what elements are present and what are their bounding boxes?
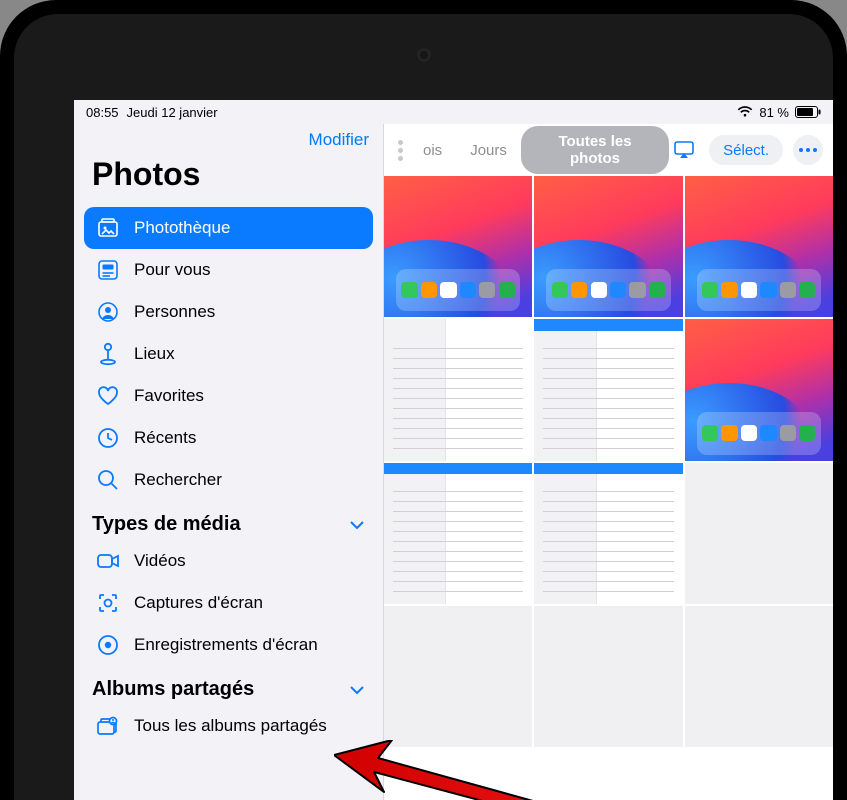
status-right: 81 % <box>737 105 821 120</box>
sidebar-item-search[interactable]: Rechercher <box>84 459 373 501</box>
chevron-down-icon <box>349 513 365 536</box>
section-shared-albums[interactable]: Albums partagés <box>74 666 383 705</box>
photo-tile[interactable] <box>685 176 833 317</box>
seg-all-photos[interactable]: Toutes les photos <box>521 126 669 174</box>
app: Modifier Photos Photothèque <box>74 124 833 800</box>
nav-list-media: Vidéos Captures d'écran En <box>74 540 383 666</box>
status-time: 08:55 <box>86 105 119 120</box>
foryou-icon <box>96 258 120 282</box>
sidebar-item-label: Personnes <box>134 302 215 322</box>
sidebar-item-screen-recordings[interactable]: Enregistrements d'écran <box>84 624 373 666</box>
toolbar-right: Sélect. <box>669 135 833 165</box>
segmented-control[interactable]: ois Jours Toutes les photos <box>409 133 669 167</box>
photo-tile[interactable] <box>384 606 532 747</box>
sidebar: Modifier Photos Photothèque <box>74 124 384 800</box>
places-icon <box>96 342 120 366</box>
airplay-button[interactable] <box>669 135 699 165</box>
photo-tile[interactable] <box>384 319 532 460</box>
modify-button[interactable]: Modifier <box>309 130 369 150</box>
sidebar-item-favorites[interactable]: Favorites <box>84 375 373 417</box>
sidebar-item-all-shared[interactable]: Tous les albums partagés <box>84 705 373 747</box>
clock-icon <box>96 426 120 450</box>
chevron-down-icon <box>349 678 365 701</box>
nav-list-shared: Tous les albums partagés <box>74 705 383 747</box>
sidebar-item-label: Rechercher <box>134 470 222 490</box>
segmented-wrap: ois Jours Toutes les photos <box>392 133 669 167</box>
photo-tile[interactable] <box>534 463 682 604</box>
photo-tile[interactable] <box>685 319 833 460</box>
photo-tile[interactable] <box>534 176 682 317</box>
status-left: 08:55 Jeudi 12 janvier <box>86 105 218 120</box>
video-icon <box>96 549 120 573</box>
ipad-bezel: 08:55 Jeudi 12 janvier 81 % <box>14 14 833 800</box>
sidebar-item-label: Favorites <box>134 386 204 406</box>
drag-handle-icon[interactable] <box>392 140 409 161</box>
sidebar-item-label: Vidéos <box>134 551 186 571</box>
screenshot-icon <box>96 591 120 615</box>
status-bar: 08:55 Jeudi 12 janvier 81 % <box>74 100 833 124</box>
photo-tile[interactable] <box>685 463 833 604</box>
sidebar-item-videos[interactable]: Vidéos <box>84 540 373 582</box>
seg-jours[interactable]: Jours <box>456 135 521 166</box>
section-media-types[interactable]: Types de média <box>74 501 383 540</box>
battery-icon <box>795 106 821 118</box>
sidebar-item-label: Tous les albums partagés <box>134 716 327 736</box>
record-icon <box>96 633 120 657</box>
sidebar-item-recents[interactable]: Récents <box>84 417 373 459</box>
nav-list-main: Photothèque Pour vous Pers <box>74 207 383 501</box>
sidebar-title: Photos <box>74 154 383 207</box>
content-toolbar: ois Jours Toutes les photos Sélect. <box>384 124 833 176</box>
status-date: Jeudi 12 janvier <box>127 105 218 120</box>
heart-icon <box>96 384 120 408</box>
seg-mois[interactable]: ois <box>409 135 456 166</box>
sidebar-item-label: Enregistrements d'écran <box>134 635 318 655</box>
people-icon <box>96 300 120 324</box>
sidebar-item-people[interactable]: Personnes <box>84 291 373 333</box>
content: ois Jours Toutes les photos Sélect. <box>384 124 833 800</box>
ipad-device-frame: 08:55 Jeudi 12 janvier 81 % <box>0 0 847 800</box>
section-label: Albums partagés <box>92 678 254 701</box>
sidebar-item-label: Pour vous <box>134 260 211 280</box>
battery-percent: 81 % <box>759 105 789 120</box>
photo-tile[interactable] <box>685 606 833 747</box>
sidebar-item-screenshots[interactable]: Captures d'écran <box>84 582 373 624</box>
photo-tile[interactable] <box>534 319 682 460</box>
sidebar-top: Modifier <box>74 128 383 154</box>
photo-tile[interactable] <box>384 176 532 317</box>
library-icon <box>96 216 120 240</box>
section-label: Types de média <box>92 513 241 536</box>
photo-tile[interactable] <box>384 463 532 604</box>
front-camera <box>417 48 431 62</box>
sidebar-item-foryou[interactable]: Pour vous <box>84 249 373 291</box>
shared-album-icon <box>96 714 120 738</box>
select-button[interactable]: Sélect. <box>709 135 783 165</box>
photo-tile[interactable] <box>534 606 682 747</box>
sidebar-item-label: Lieux <box>134 344 175 364</box>
wifi-icon <box>737 106 753 118</box>
screen: 08:55 Jeudi 12 janvier 81 % <box>74 100 833 800</box>
sidebar-item-label: Photothèque <box>134 218 230 238</box>
sidebar-item-places[interactable]: Lieux <box>84 333 373 375</box>
sidebar-item-label: Récents <box>134 428 196 448</box>
sidebar-item-label: Captures d'écran <box>134 593 263 613</box>
photo-grid[interactable] <box>384 176 833 800</box>
sidebar-item-library[interactable]: Photothèque <box>84 207 373 249</box>
search-icon <box>96 468 120 492</box>
more-button[interactable] <box>793 135 823 165</box>
